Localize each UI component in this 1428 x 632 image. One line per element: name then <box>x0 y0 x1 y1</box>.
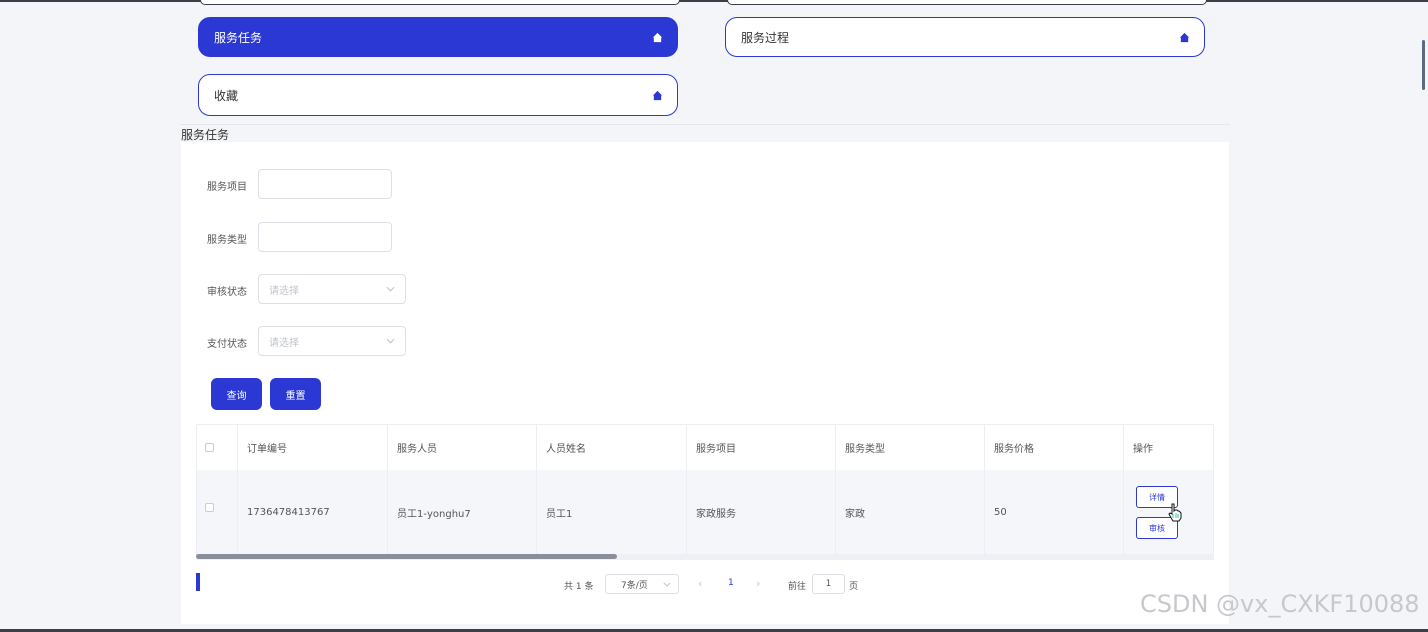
house-icon <box>652 32 663 42</box>
column-header: 操作 <box>1124 424 1214 470</box>
section-title: 服务任务 <box>181 128 230 142</box>
nav-card-label: 服务过程 <box>741 30 790 45</box>
column-header: 订单编号 <box>238 424 388 470</box>
column-header: 服务价格 <box>985 424 1124 470</box>
table-cell: 50 <box>985 470 1124 555</box>
top-tab-edge <box>200 0 680 5</box>
service-type-input[interactable] <box>258 222 392 252</box>
column-header: 服务类型 <box>836 424 985 470</box>
data-table: 订单编号 服务人员 人员姓名 服务项目 服务类型 服务价格 操作 1736478… <box>196 424 1214 555</box>
page-size-select[interactable]: 7条/页 <box>605 574 679 594</box>
goto-page-input[interactable]: 1 <box>812 574 845 594</box>
goto-label: 前往 <box>788 582 807 592</box>
nav-card-label: 服务任务 <box>214 30 263 45</box>
review-status-label: 审核状态 <box>207 287 247 298</box>
column-header: 服务项目 <box>687 424 836 470</box>
table-header-checkbox-cell <box>196 424 238 470</box>
payment-status-placeholder: 请选择 <box>269 337 299 349</box>
review-status-select[interactable]: 请选择 <box>258 274 406 304</box>
page-number-current[interactable]: 1 <box>728 578 734 588</box>
payment-status-select[interactable]: 请选择 <box>258 326 406 356</box>
page-suffix: 页 <box>849 582 859 592</box>
accent-marker <box>196 573 200 591</box>
chevron-down-icon <box>386 286 395 292</box>
table-cell: 家政 <box>836 470 985 555</box>
divider <box>180 124 1230 125</box>
table-cell: 员工1-yonghu7 <box>388 470 537 555</box>
table-cell: 员工1 <box>537 470 687 555</box>
service-item-input[interactable] <box>258 169 392 199</box>
horizontal-scrollbar-thumb[interactable] <box>196 554 617 559</box>
service-type-label: 服务类型 <box>207 235 247 246</box>
hand-cursor-icon <box>1168 503 1182 522</box>
scrollbar-edge[interactable] <box>1422 40 1425 90</box>
next-page-icon[interactable]: › <box>756 577 760 590</box>
column-header: 人员姓名 <box>537 424 687 470</box>
prev-page-icon[interactable]: ‹ <box>698 577 702 590</box>
row-checkbox-cell <box>196 470 238 555</box>
page-size-value: 7条/页 <box>621 580 648 591</box>
chevron-down-icon <box>386 338 395 344</box>
house-icon <box>1179 32 1190 42</box>
payment-status-label: 支付状态 <box>207 339 247 350</box>
nav-card-favorites[interactable]: 收藏 <box>198 74 678 116</box>
top-tab-edge <box>727 0 1207 5</box>
column-header: 服务人员 <box>388 424 537 470</box>
table-cell: 1736478413767 <box>238 470 388 555</box>
query-button[interactable]: 查询 <box>211 378 262 410</box>
row-checkbox[interactable] <box>205 503 214 512</box>
review-status-placeholder: 请选择 <box>269 285 299 297</box>
service-item-label: 服务项目 <box>207 182 247 193</box>
house-icon <box>652 90 663 100</box>
nav-card-label: 收藏 <box>214 88 239 103</box>
pagination-total: 共 1 条 <box>564 582 594 592</box>
table-cell: 家政服务 <box>687 470 836 555</box>
select-all-checkbox[interactable] <box>205 442 214 452</box>
chevron-down-icon <box>663 582 671 587</box>
nav-card-service-process[interactable]: 服务过程 <box>725 17 1205 57</box>
watermark: CSDN @vx_CXKF10088 <box>1140 590 1420 618</box>
reset-button[interactable]: 重置 <box>270 378 321 410</box>
nav-card-service-task[interactable]: 服务任务 <box>198 17 678 57</box>
